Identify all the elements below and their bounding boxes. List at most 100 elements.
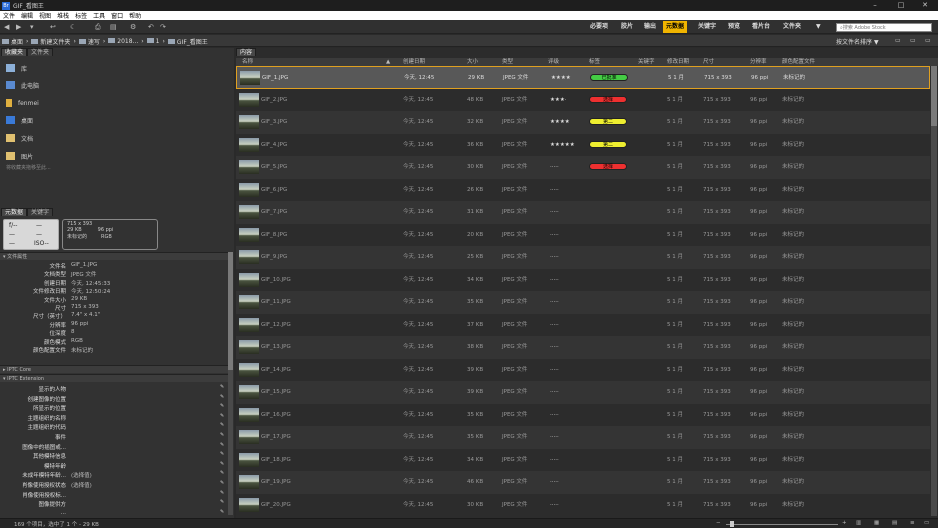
tab-folders[interactable]: 文件夹 — [27, 48, 54, 56]
tab-keywords[interactable]: 关键字 — [27, 208, 54, 216]
iptc-core-header[interactable]: ▸ IPTC Core — [0, 365, 228, 373]
metadata-scroll-thumb[interactable] — [228, 252, 233, 370]
col-keywords[interactable]: 关键字 — [638, 58, 655, 66]
edit-pencil-icon[interactable]: ✎ — [220, 490, 225, 496]
maximize-button[interactable]: □ — [890, 0, 912, 11]
back-icon[interactable]: ◀ — [4, 23, 9, 31]
file-row[interactable]: GIF_1.JPG 今天, 12:45 29 KB JPEG 文件 ★★★★ 5 1 月 7… — [236, 66, 930, 89]
iptc-field-value[interactable]: (选择值) — [71, 481, 92, 489]
edit-pencil-icon[interactable]: ✎ — [220, 423, 225, 428]
file-row[interactable]: GIF_14.JPG 今天, 12:45 39 KB JPEG 文件 ····· 5 1 … — [236, 359, 930, 382]
file-row[interactable]: GIF_9.JPG 今天, 12:45 25 KB JPEG 文件 ····· 5 1 月… — [236, 246, 930, 269]
menu-edit[interactable]: 编辑 — [21, 11, 33, 20]
crumb-2018[interactable]: 2018... — [108, 38, 138, 45]
file-row[interactable]: GIF_6.JPG 今天, 12:45 26 KB JPEG 文件 ····· 5 1 月… — [236, 179, 930, 202]
favorite-this-pc[interactable]: 此电脑 — [6, 79, 39, 91]
edit-pencil-icon[interactable]: ✎ — [220, 471, 225, 476]
refine-icon[interactable]: ▤ — [110, 23, 117, 31]
workspace-lighttable[interactable]: 看片台 — [752, 21, 770, 33]
menu-window[interactable]: 窗口 — [111, 11, 123, 20]
list-view-icon[interactable]: ≡ — [910, 520, 915, 526]
zoom-in-icon[interactable]: + — [842, 520, 847, 526]
menu-file[interactable]: 文件 — [3, 11, 15, 20]
thumbnail-size-slider[interactable] — [726, 524, 838, 525]
col-label[interactable]: 标签 — [589, 58, 600, 66]
workspace-output[interactable]: 输出 — [644, 21, 656, 33]
edit-pencil-icon[interactable]: ✎ — [220, 433, 225, 438]
sort-dropdown[interactable]: 按文件名排序 ▼ — [836, 37, 879, 46]
search-input[interactable]: ⌕搜索 Adobe Stock — [836, 23, 932, 32]
workspace-preview[interactable]: 预览 — [728, 21, 740, 33]
favorite-pictures[interactable]: 图片 — [6, 150, 33, 162]
col-name[interactable]: 名称 — [242, 58, 253, 66]
sort-asc-icon[interactable]: ▲ — [386, 58, 390, 66]
col-created[interactable]: 创建日期 — [403, 58, 425, 66]
favorite-fenmei[interactable]: fenmei — [6, 97, 39, 109]
workspace-keywords[interactable]: 关键字 — [698, 21, 716, 33]
file-row[interactable]: GIF_12.JPG 今天, 12:45 37 KB JPEG 文件 ····· 5 1 … — [236, 314, 930, 337]
edit-pencil-icon[interactable]: ✎ — [220, 404, 225, 409]
favorite-documents[interactable]: 文档 — [6, 132, 33, 144]
camera-icon[interactable]: ⎙ — [95, 23, 101, 31]
file-row[interactable]: GIF_4.JPG 今天, 12:45 36 KB JPEG 文件 ★★★★★ 5 1 月… — [236, 134, 930, 157]
favorite-library[interactable]: 库 — [6, 62, 27, 74]
edit-pencil-icon[interactable]: ✎ — [220, 509, 225, 515]
tab-metadata[interactable]: 元数据 — [1, 208, 28, 216]
boomerang-icon[interactable]: ↩ — [50, 23, 56, 31]
col-resolution[interactable]: 分辨率 — [750, 58, 767, 66]
edit-pencil-icon[interactable]: ✎ — [220, 500, 225, 505]
file-row[interactable]: GIF_15.JPG 今天, 12:45 39 KB JPEG 文件 ····· 5 1 … — [236, 381, 930, 404]
history-icon[interactable]: ▾ — [30, 23, 34, 31]
file-row[interactable]: GIF_16.JPG 今天, 12:45 35 KB JPEG 文件 ····· 5 1 … — [236, 404, 930, 427]
open-recent-icon[interactable]: ▭ — [910, 37, 916, 44]
workspace-menu-chevron-icon[interactable]: ▼ — [816, 21, 821, 33]
menu-tools[interactable]: 工具 — [93, 11, 105, 20]
zoom-out-icon[interactable]: − — [716, 520, 721, 526]
details-view-icon[interactable]: ▭ — [924, 520, 929, 526]
close-button[interactable]: ✕ — [914, 0, 936, 11]
slider-handle[interactable] — [730, 521, 734, 527]
file-row[interactable]: GIF_17.JPG 今天, 12:45 35 KB JPEG 文件 ····· 5 1 … — [236, 426, 930, 449]
grid-view-icon[interactable]: ▦ — [874, 520, 879, 526]
content-scroll-thumb[interactable] — [931, 66, 937, 126]
menu-view[interactable]: 视图 — [39, 11, 51, 20]
file-row[interactable]: GIF_18.JPG 今天, 12:45 34 KB JPEG 文件 ····· 5 1 … — [236, 449, 930, 472]
iptc-extension-header[interactable]: ▾ IPTC Extension — [0, 374, 228, 382]
workspace-essentials[interactable]: 必要项 — [590, 21, 608, 33]
minimize-button[interactable]: – — [864, 0, 886, 11]
crumb-sketch[interactable]: 速写 — [78, 37, 100, 46]
col-size[interactable]: 大小 — [467, 58, 478, 66]
new-folder-icon[interactable]: ▭ — [895, 37, 901, 44]
tab-content[interactable]: 内容 — [236, 48, 257, 56]
open-recent-icon[interactable]: ⚙ — [130, 23, 136, 31]
delete-icon[interactable]: ▭ — [925, 37, 931, 44]
file-row[interactable]: GIF_20.JPG 今天, 12:45 30 KB JPEG 文件 ····· 5 1 … — [236, 494, 930, 517]
col-profile[interactable]: 颜色配置文件 — [782, 58, 815, 66]
menu-label[interactable]: 标签 — [75, 11, 87, 20]
workspace-metadata[interactable]: 元数据 — [663, 21, 688, 33]
edit-pencil-icon[interactable]: ✎ — [220, 481, 225, 486]
tab-favorites[interactable]: 收藏夹 — [1, 48, 28, 56]
edit-pencil-icon[interactable]: ✎ — [220, 413, 225, 419]
crumb-new-folder[interactable]: 新建文件夹 — [31, 37, 70, 46]
crumb-current[interactable]: GIF_看图王 — [167, 37, 208, 46]
col-modified[interactable]: 修改日期 — [667, 58, 689, 66]
workspace-folders[interactable]: 文件夹 — [783, 21, 801, 33]
rotate-left-icon[interactable]: ↶ — [148, 23, 154, 31]
file-row[interactable]: GIF_7.JPG 今天, 12:45 31 KB JPEG 文件 ····· 5 1 月… — [236, 201, 930, 224]
file-row[interactable]: GIF_10.JPG 今天, 12:45 34 KB JPEG 文件 ····· 5 1 … — [236, 269, 930, 292]
return-icon[interactable]: ☾ — [70, 23, 76, 31]
content-scrollbar[interactable] — [931, 66, 937, 516]
thumbnail-view-icon[interactable]: ▤ — [892, 520, 897, 526]
file-row[interactable]: GIF_3.JPG 今天, 12:45 32 KB JPEG 文件 ★★★★ 5 1 月 7… — [236, 111, 930, 134]
favorite-desktop[interactable]: 桌面 — [6, 114, 33, 126]
crumb-1[interactable]: 1 — [146, 38, 160, 45]
col-dims[interactable]: 尺寸 — [703, 58, 714, 66]
edit-pencil-icon[interactable]: ✎ — [220, 461, 225, 467]
menu-help[interactable]: 帮助 — [129, 11, 141, 20]
file-row[interactable]: GIF_8.JPG 今天, 12:45 20 KB JPEG 文件 ····· 5 1 月… — [236, 224, 930, 247]
edit-pencil-icon[interactable]: ✎ — [220, 385, 225, 390]
iptc-field-value[interactable]: (选择值) — [71, 471, 92, 479]
edit-pencil-icon[interactable]: ✎ — [220, 442, 225, 448]
crumb-desktop[interactable]: 桌面 — [2, 37, 23, 46]
